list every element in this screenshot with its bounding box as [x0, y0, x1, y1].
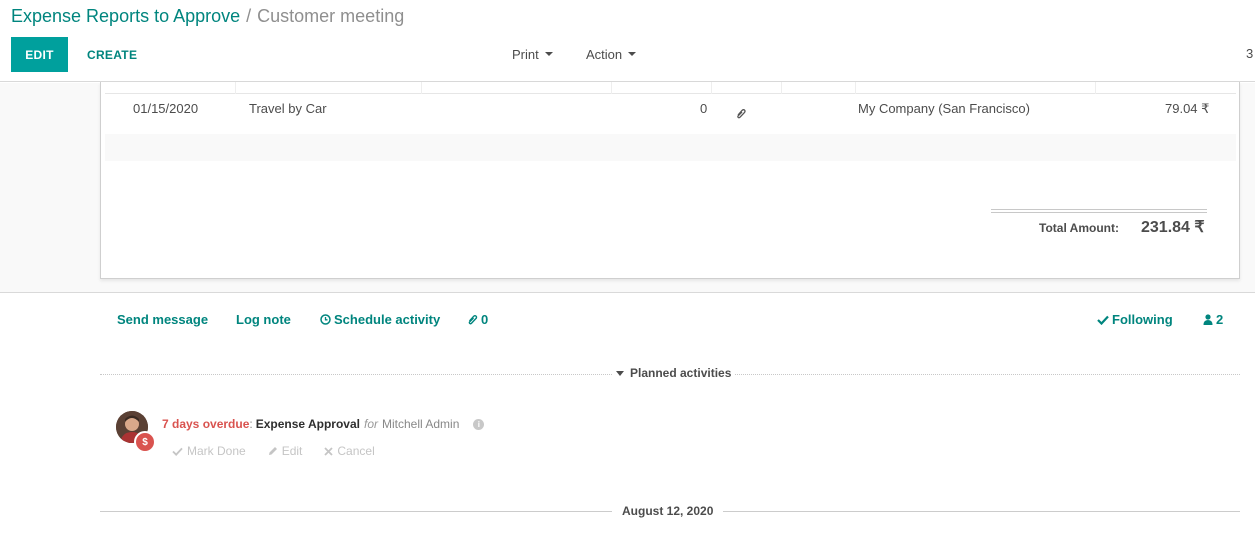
- user-icon: [1203, 314, 1213, 325]
- chatter-topbar: Send message Log note Schedule activity …: [0, 306, 1255, 334]
- info-icon[interactable]: i: [473, 418, 485, 430]
- column-divider: [711, 82, 712, 94]
- edit-activity-label: Edit: [281, 444, 303, 458]
- caret-down-icon: [616, 370, 624, 376]
- paperclip-icon: [468, 314, 478, 324]
- form-sheet: 01/15/2020 Travel by Car 0 My Company (S…: [100, 82, 1240, 279]
- expense-amount: 79.04 ₹: [1165, 101, 1210, 116]
- check-icon: [172, 447, 183, 456]
- expense-lines-header: [105, 82, 1236, 94]
- action-label: Action: [586, 46, 623, 62]
- close-icon: [324, 446, 334, 456]
- cancel-activity-label: Cancel: [337, 444, 375, 458]
- attachments-button[interactable]: 0: [467, 312, 488, 327]
- activity-assignee: Mitchell Admin: [382, 417, 460, 431]
- planned-activities-toggle[interactable]: Planned activities: [612, 366, 736, 380]
- breadcrumb-parent-link[interactable]: Expense Reports to Approve: [11, 6, 240, 26]
- activity-for-label: for: [363, 417, 378, 431]
- expense-attachment-count: 0: [700, 101, 708, 116]
- expense-date: 01/15/2020: [133, 101, 199, 116]
- send-message-button[interactable]: Send message: [117, 312, 208, 327]
- followers-button[interactable]: 2: [1203, 312, 1223, 327]
- planned-activities-label: Planned activities: [630, 366, 732, 380]
- mark-done-label: Mark Done: [187, 444, 246, 458]
- column-divider: [855, 82, 856, 94]
- schedule-activity-button[interactable]: Schedule activity: [320, 312, 440, 327]
- total-divider: [991, 212, 1207, 213]
- clock-icon: [320, 314, 331, 325]
- date-separator-label: August 12, 2020: [612, 504, 724, 518]
- pencil-icon: [268, 447, 277, 455]
- create-button[interactable]: CREATE: [79, 37, 145, 72]
- column-divider: [781, 82, 782, 94]
- check-icon: [1097, 315, 1109, 325]
- caret-down-icon: [628, 52, 637, 56]
- following-button[interactable]: Following: [1097, 312, 1173, 327]
- column-divider: [611, 82, 612, 94]
- activity-type-badge: $: [134, 431, 156, 453]
- form-background: 01/15/2020 Travel by Car 0 My Company (S…: [0, 82, 1255, 293]
- mark-done-button[interactable]: Mark Done: [172, 444, 246, 458]
- caret-down-icon: [544, 52, 553, 56]
- breadcrumb: Expense Reports to Approve / Customer meet…: [11, 6, 404, 26]
- breadcrumb-separator: /: [246, 6, 252, 26]
- activity-overdue-label: 7 days overdue: [162, 417, 250, 431]
- edit-button[interactable]: EDIT: [11, 37, 68, 72]
- paperclip-icon[interactable]: [736, 108, 746, 120]
- column-divider: [1095, 82, 1096, 94]
- pager[interactable]: 3: [1246, 46, 1253, 61]
- log-note-button[interactable]: Log note: [236, 312, 291, 327]
- total-divider: [991, 209, 1207, 210]
- column-divider: [421, 82, 422, 94]
- breadcrumb-current: Customer meeting: [257, 6, 405, 26]
- following-label: Following: [1112, 312, 1173, 327]
- total-amount-label: Total Amount:: [1039, 221, 1119, 235]
- activity-summary: 7 days overdue : Expense Approval for Mi…: [162, 417, 485, 431]
- schedule-activity-label: Schedule activity: [334, 312, 441, 327]
- activity-separator: :: [249, 417, 253, 431]
- edit-activity-button[interactable]: Edit: [268, 444, 303, 458]
- attachments-count: 0: [481, 312, 489, 327]
- expense-company: My Company (San Francisco): [858, 101, 1030, 116]
- followers-count: 2: [1216, 312, 1224, 327]
- activity-type: Expense Approval: [255, 417, 360, 431]
- control-panel: Expense Reports to Approve / Customer meet…: [0, 0, 1255, 82]
- print-label: Print: [512, 46, 539, 62]
- column-divider: [235, 82, 236, 94]
- total-amount-value: 231.84 ₹: [1141, 219, 1205, 236]
- expense-line-row[interactable]: 01/15/2020 Travel by Car 0 My Company (S…: [105, 94, 1236, 134]
- expense-description: Travel by Car: [249, 101, 327, 116]
- cancel-activity-button[interactable]: Cancel: [324, 444, 375, 458]
- print-dropdown[interactable]: Print: [512, 44, 553, 64]
- activity-actions: Mark Done Edit Cancel: [172, 444, 375, 458]
- action-dropdown[interactable]: Action: [586, 44, 637, 64]
- empty-row: [105, 134, 1236, 161]
